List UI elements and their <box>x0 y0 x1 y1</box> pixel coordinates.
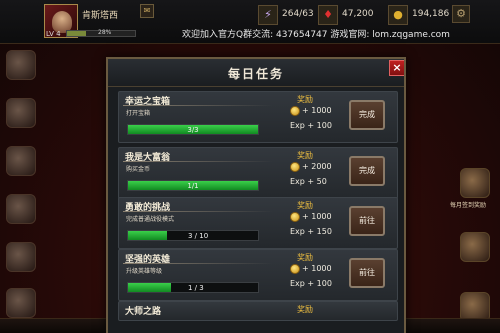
gold-coin-icon <box>290 212 300 222</box>
xp-percent: 28% <box>98 29 112 36</box>
progress-text: 3 / 10 <box>188 232 209 240</box>
sidebar-knight-icon[interactable] <box>6 98 36 128</box>
settings-button[interactable]: ⚙ <box>452 5 470 23</box>
reward-label: 奖励 <box>297 305 313 314</box>
reward-exp: Exp + 100 <box>290 279 332 288</box>
reward-gold: + 2000 <box>302 162 332 171</box>
sidebar-flag-icon[interactable] <box>6 242 36 272</box>
title-divider <box>123 211 273 212</box>
player-level: LV 4 <box>46 30 61 38</box>
monthly-checkin-icon[interactable] <box>460 168 490 198</box>
reward-gold: + 1000 <box>302 212 332 221</box>
mail-button[interactable]: ✉ <box>140 4 154 18</box>
reward-exp: Exp + 100 <box>290 121 332 130</box>
reward-gold: + 1000 <box>302 264 332 273</box>
xp-bar-fill <box>67 31 87 36</box>
daily-tasks-dialog: 每日任务 × 幸运之宝箱 打开宝箱 3/3 奖励 + 1000 Exp + 10… <box>106 57 406 333</box>
task-description: 升级英雄等级 <box>126 268 163 275</box>
close-button[interactable]: × <box>389 60 404 76</box>
gold-coin-icon <box>290 264 300 274</box>
sidebar-hero-icon[interactable] <box>6 50 36 80</box>
sidebar-shield-icon[interactable] <box>6 194 36 224</box>
task-card: 坚强的英雄 升级英雄等级 1 / 3 奖励 + 1000 Exp + 100 前… <box>118 249 398 301</box>
progress-text: 3/3 <box>187 126 199 134</box>
title-divider <box>123 161 273 162</box>
reward-exp: Exp + 50 <box>290 177 327 186</box>
gold-coin-icon <box>290 162 300 172</box>
reward-exp: Exp + 150 <box>290 227 332 236</box>
dialog-header: 每日任务 × <box>108 59 404 87</box>
sidebar-helmet-icon[interactable] <box>6 288 36 318</box>
complete-button[interactable]: 完成 <box>349 156 385 186</box>
task-progress-bar: 3/3 <box>127 124 259 135</box>
lightning-icon: ⚡ <box>258 5 278 25</box>
player-name: 肯斯塔西 <box>82 11 119 21</box>
top-bar: 肯斯塔西 ✉ LV 4 28% ⚡ 264/63 ♦ 47,200 ● 194,… <box>0 0 500 44</box>
ruby-icon: ♦ <box>318 5 338 25</box>
complete-button[interactable]: 完成 <box>349 100 385 130</box>
go-button[interactable]: 前往 <box>349 258 385 288</box>
reward-label: 奖励 <box>297 151 313 160</box>
gold-coin-icon: ● <box>388 5 408 25</box>
reward-label: 奖励 <box>297 95 313 104</box>
progress-text: 1 / 3 <box>188 284 204 292</box>
energy-value: 264/63 <box>282 9 314 19</box>
ruby-value: 47,200 <box>342 9 374 19</box>
task-description: 购买金币 <box>126 166 151 173</box>
reward-gold: + 1000 <box>302 106 332 115</box>
gold-coin-icon <box>290 106 300 116</box>
task-card: 大师之路 奖励 <box>118 301 398 321</box>
monthly-checkin-label: 每月签到奖励 <box>450 202 487 209</box>
reward-label: 奖励 <box>297 201 313 210</box>
title-divider <box>123 105 273 106</box>
progress-text: 1/1 <box>187 182 199 190</box>
task-description: 完成普通战役模式 <box>126 216 175 223</box>
task-card: 幸运之宝箱 打开宝箱 3/3 奖励 + 1000 Exp + 100 完成 <box>118 91 398 143</box>
gold-value: 194,186 <box>412 9 450 19</box>
task-title: 大师之路 <box>125 307 162 317</box>
task-progress-bar: 1 / 3 <box>127 282 259 293</box>
title-divider <box>123 263 273 264</box>
sidebar-chest-icon[interactable] <box>6 146 36 176</box>
go-button[interactable]: 前往 <box>349 206 385 236</box>
announcement-text: 欢迎加入官方Q群交流: 437654747 游戏官网: lom.zqgame.c… <box>182 30 450 40</box>
task-progress-bar: 1/1 <box>127 180 259 191</box>
side-scroll-icon[interactable] <box>460 232 490 262</box>
task-card: 我是大富翁 购买金币 1/1 奖励 + 2000 Exp + 50 完成 <box>118 147 398 199</box>
task-card: 勇敢的挑战 完成普通战役模式 3 / 10 奖励 + 1000 Exp + 15… <box>118 197 398 249</box>
task-progress-bar: 3 / 10 <box>127 230 259 241</box>
dialog-title: 每日任务 <box>227 67 284 81</box>
task-description: 打开宝箱 <box>126 110 151 117</box>
reward-label: 奖励 <box>297 253 313 262</box>
